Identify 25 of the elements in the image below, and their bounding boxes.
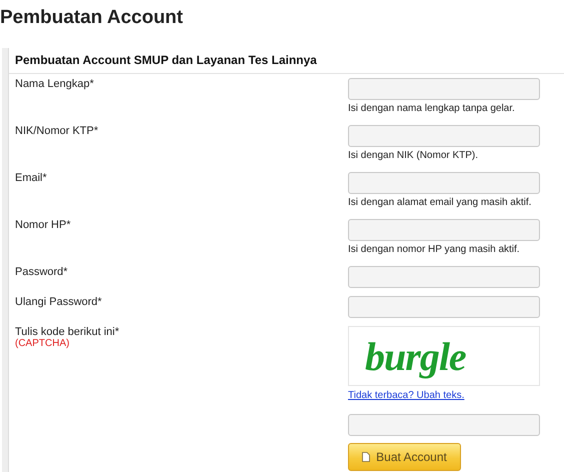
field-label: Ulangi Password*	[15, 296, 102, 308]
field-label: Nomor HP*	[15, 219, 71, 231]
field-hint: Isi dengan NIK (Nomor KTP).	[348, 150, 478, 161]
input-field[interactable]	[348, 172, 540, 194]
captcha-note: (CAPTCHA)	[15, 338, 70, 349]
page-title: Pembuatan Account	[0, 6, 184, 30]
refresh-captcha-link[interactable]: Tidak terbaca? Ubah teks.	[348, 390, 464, 401]
field-label: Password*	[15, 266, 68, 278]
panel-heading: Pembuatan Account SMUP dan Layanan Tes Lainnya	[9, 48, 564, 74]
field-label: Email*	[15, 172, 47, 184]
field-label: Tulis kode berikut ini*	[15, 326, 120, 338]
field-label: Nama Lengkap*	[15, 78, 94, 90]
input-field[interactable]	[348, 78, 540, 100]
field-hint: Isi dengan nomor HP yang masih aktif.	[348, 244, 520, 255]
field-label: NIK/Nomor KTP*	[15, 125, 98, 137]
field-hint: Isi dengan nama lengkap tanpa gelar.	[348, 103, 515, 114]
input-field[interactable]	[348, 125, 540, 147]
input-field[interactable]	[348, 296, 540, 318]
captcha-image: burgle	[348, 326, 540, 386]
input-field[interactable]	[348, 219, 540, 241]
document-icon	[362, 452, 370, 462]
input-field[interactable]	[348, 266, 540, 288]
input-field[interactable]	[348, 414, 540, 436]
create-account-button[interactable]: Buat Account	[348, 443, 461, 471]
field-hint: Isi dengan alamat email yang masih aktif.	[348, 197, 532, 208]
